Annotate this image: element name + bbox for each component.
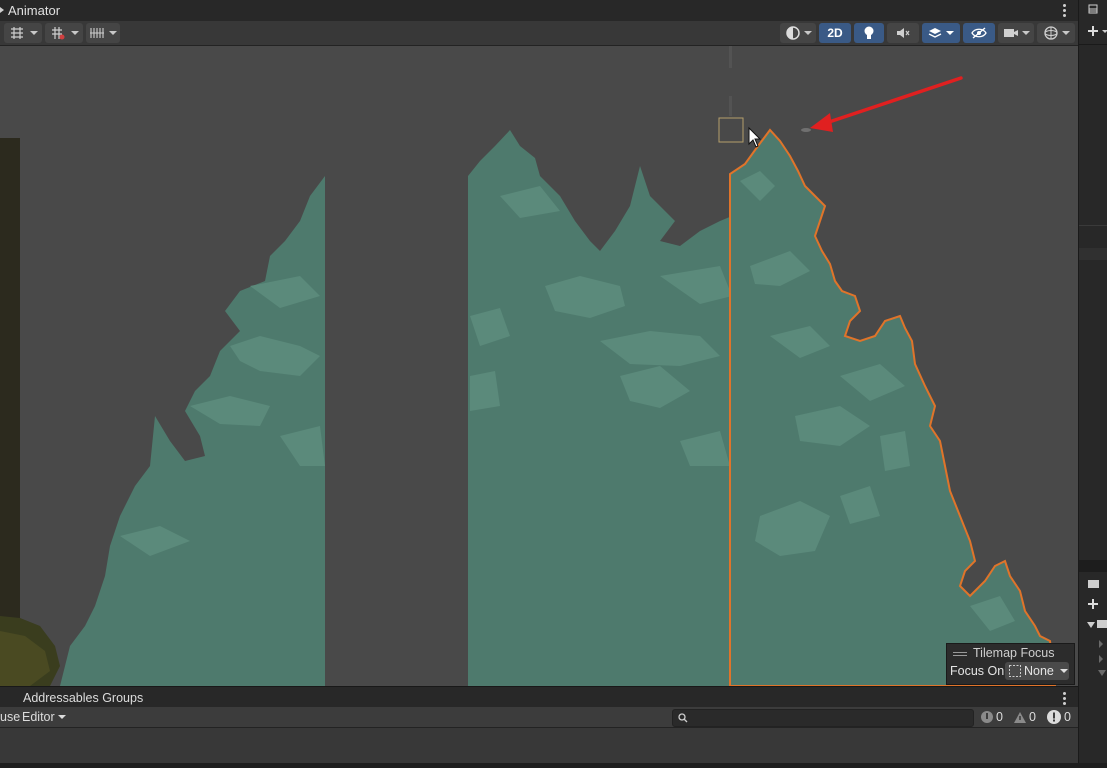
grid-increment-button[interactable] [45,23,83,43]
tilemap-focus-title: Tilemap Focus [973,646,1055,660]
selected-pine-tree [729,128,1057,686]
search-icon [678,713,688,723]
partial-label[interactable]: use [0,710,20,724]
pine-tree-middle [468,130,732,686]
collapse-arrow-icon[interactable] [0,7,4,13]
hidden-visibility-icon [971,27,987,39]
window-title[interactable]: Animator [8,3,60,18]
tilemap-focus-overlay: Tilemap Focus Focus On None [946,643,1075,685]
error-count-toggle[interactable]: 0 [1046,708,1071,726]
info-message-icon [981,711,993,723]
focus-on-dropdown[interactable]: None [1005,662,1069,680]
warning-triangle-icon [1014,711,1026,723]
grid-snap-button[interactable] [4,23,42,43]
shading-mode-icon [785,26,800,40]
addressables-tab-bar: Addressables Groups [0,686,1078,708]
scene-tab-bar: Animator [0,0,1078,22]
addressables-tab-title[interactable]: Addressables Groups [23,691,143,705]
scene-toolbar: 2D [0,21,1078,46]
error-count: 0 [1064,710,1071,724]
right-panel-decor [1079,4,1107,676]
gizmo-toggle-icon [90,28,104,38]
selection-box-gizmo [718,117,744,143]
message-count: 0 [996,710,1003,724]
camera-icon [1003,29,1018,37]
effects-layers-icon [928,28,942,38]
tree-trunk-sprite [0,138,20,686]
annotation-arrow [810,76,963,132]
drag-handle-icon[interactable] [953,652,967,653]
addressables-content-area[interactable] [0,728,1078,763]
warning-count-toggle[interactable]: 0 [1013,708,1036,726]
view-2d-toggle[interactable]: 2D [819,23,851,43]
audio-toggle[interactable] [887,23,919,43]
message-count-toggle[interactable]: 0 [980,708,1003,726]
search-input[interactable] [672,709,974,727]
gizmos-sphere-icon [1043,26,1058,40]
error-icon [1047,710,1061,724]
gizmos-button[interactable] [1037,23,1075,43]
warning-count: 0 [1029,710,1036,724]
scene-visibility-toggle[interactable] [963,23,995,43]
editor-dropdown[interactable]: Editor [22,708,66,726]
effects-toggle[interactable] [922,23,960,43]
camera-settings-button[interactable] [998,23,1034,43]
grid-increment-icon [51,27,64,40]
bottom-more-options-icon[interactable] [1063,692,1066,707]
pine-tree-left [60,176,325,686]
grid-snap-icon [10,27,23,39]
right-side-panel [1078,0,1107,763]
light-bulb-icon [864,26,874,39]
more-options-icon[interactable] [1063,4,1066,19]
editor-dropdown-label: Editor [22,710,55,724]
scene-lighting-toggle[interactable] [854,23,884,43]
scene-view[interactable] [0,46,1078,686]
selection-frame-icon [1009,665,1021,677]
audio-mute-icon [897,28,910,38]
focus-on-value: None [1024,664,1054,678]
shading-mode-button[interactable] [780,23,816,43]
focus-on-label: Focus On [950,664,1005,678]
scene-canvas[interactable] [0,46,1078,686]
gizmo-toggle-button[interactable] [86,23,120,43]
addressables-toolbar: use Editor 0 0 0 [0,707,1078,728]
